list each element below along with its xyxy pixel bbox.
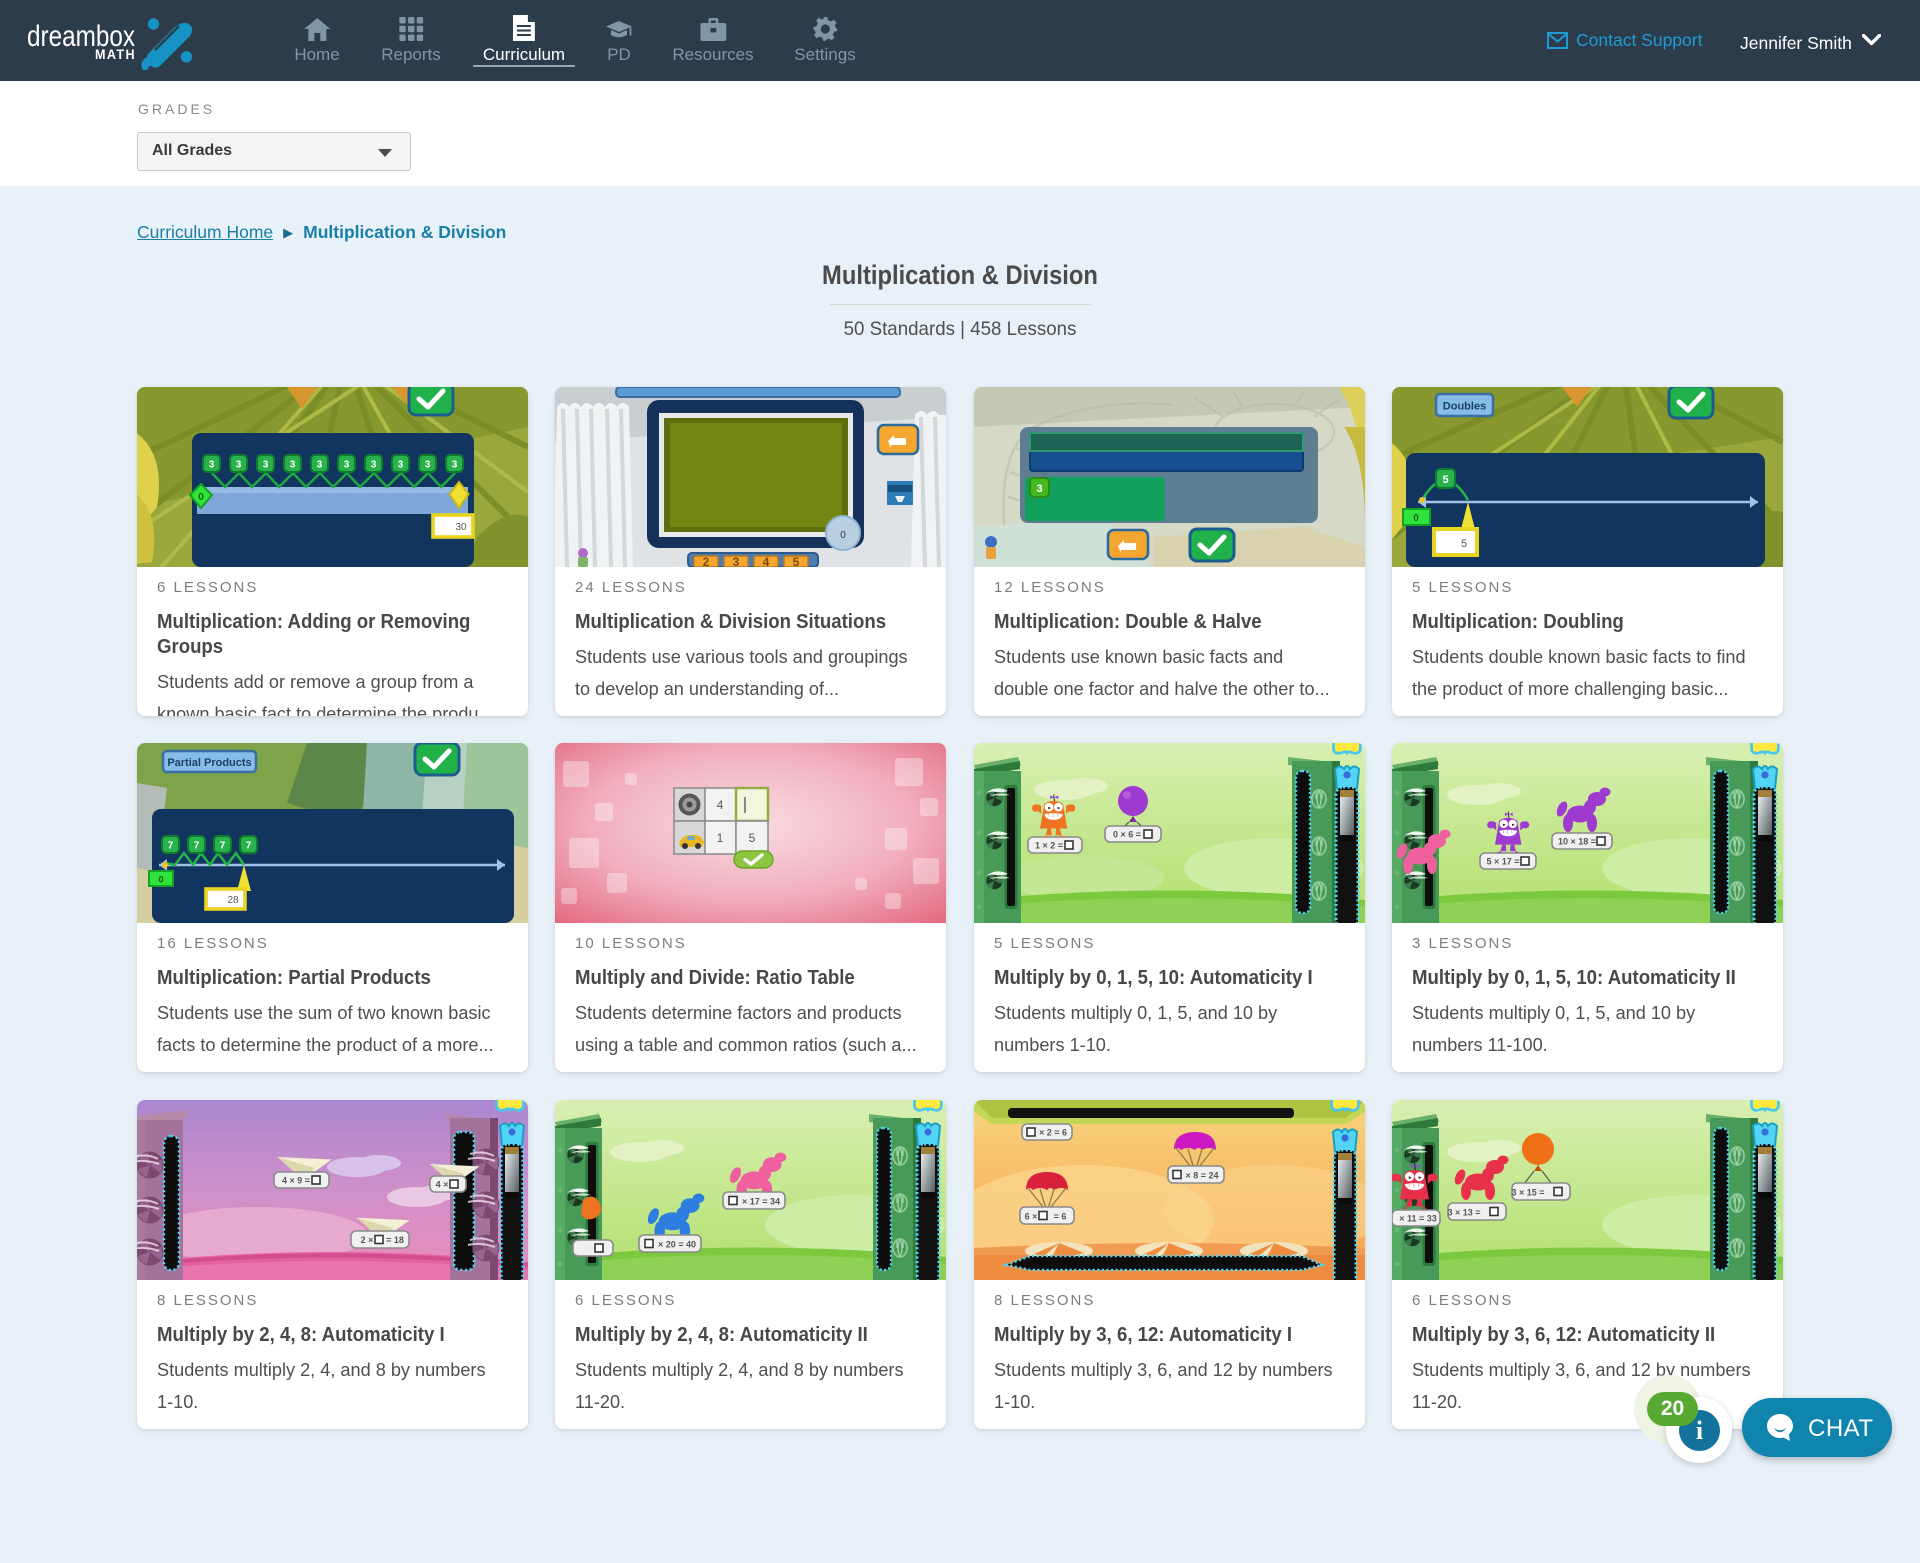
svg-text:0: 0 <box>1413 513 1419 524</box>
svg-text:3: 3 <box>263 460 269 471</box>
svg-text:× 8 = 24: × 8 = 24 <box>1185 1171 1218 1181</box>
svg-text:× 20 = 40: × 20 = 40 <box>658 1240 696 1250</box>
svg-text:3: 3 <box>733 555 740 567</box>
svg-text:5 × 17 =: 5 × 17 = <box>1486 857 1519 867</box>
svg-text:3: 3 <box>236 460 242 471</box>
svg-text:7: 7 <box>246 841 252 852</box>
svg-text:× 11 = 33: × 11 = 33 <box>1399 1214 1437 1224</box>
svg-text:4: 4 <box>717 798 724 812</box>
svg-text:3: 3 <box>452 460 458 471</box>
svg-text:3: 3 <box>209 460 215 471</box>
svg-text:1 × 2 =: 1 × 2 = <box>1035 841 1063 851</box>
svg-text:5: 5 <box>793 555 800 567</box>
svg-text:3 × 13 =: 3 × 13 = <box>1447 1208 1480 1218</box>
svg-text:6 ×: 6 × <box>1025 1212 1038 1222</box>
svg-text:5: 5 <box>1442 474 1448 486</box>
svg-text:2 ×: 2 × <box>361 1235 374 1245</box>
svg-text:MATH: MATH <box>95 47 136 62</box>
svg-text:7: 7 <box>168 841 174 852</box>
svg-text:30: 30 <box>455 522 467 533</box>
svg-text:10 × 18 =: 10 × 18 = <box>1558 837 1596 847</box>
svg-text:0 × 6 =: 0 × 6 = <box>1113 830 1141 840</box>
svg-text:Doubles: Doubles <box>1443 401 1486 413</box>
svg-text:28: 28 <box>227 895 239 906</box>
svg-text:= 18: = 18 <box>386 1235 404 1245</box>
svg-text:4: 4 <box>763 555 770 567</box>
svg-text:3: 3 <box>317 460 323 471</box>
svg-text:Partial Products: Partial Products <box>167 757 251 769</box>
svg-text:1: 1 <box>717 831 724 845</box>
svg-text:3: 3 <box>344 460 350 471</box>
svg-text:7: 7 <box>194 841 200 852</box>
svg-text:× 2 = 6: × 2 = 6 <box>1039 1128 1067 1138</box>
svg-text:3: 3 <box>398 460 404 471</box>
svg-text:5: 5 <box>1461 538 1467 550</box>
svg-text:0: 0 <box>840 530 846 541</box>
svg-text:0: 0 <box>198 492 204 503</box>
svg-text:3: 3 <box>1036 483 1042 495</box>
svg-text:3: 3 <box>371 460 377 471</box>
svg-text:× 17 = 34: × 17 = 34 <box>742 1197 780 1207</box>
svg-text:3: 3 <box>290 460 296 471</box>
svg-text:0: 0 <box>158 875 163 885</box>
svg-text:5: 5 <box>749 831 756 845</box>
svg-text:4 × 9 =: 4 × 9 = <box>282 1176 310 1186</box>
svg-text:3 × 15 =: 3 × 15 = <box>1511 1188 1544 1198</box>
svg-text:3: 3 <box>425 460 431 471</box>
svg-text:2: 2 <box>703 555 710 567</box>
svg-text:7: 7 <box>220 841 226 852</box>
svg-text:= 6: = 6 <box>1054 1212 1067 1222</box>
svg-text:4 ×: 4 × <box>436 1180 449 1190</box>
